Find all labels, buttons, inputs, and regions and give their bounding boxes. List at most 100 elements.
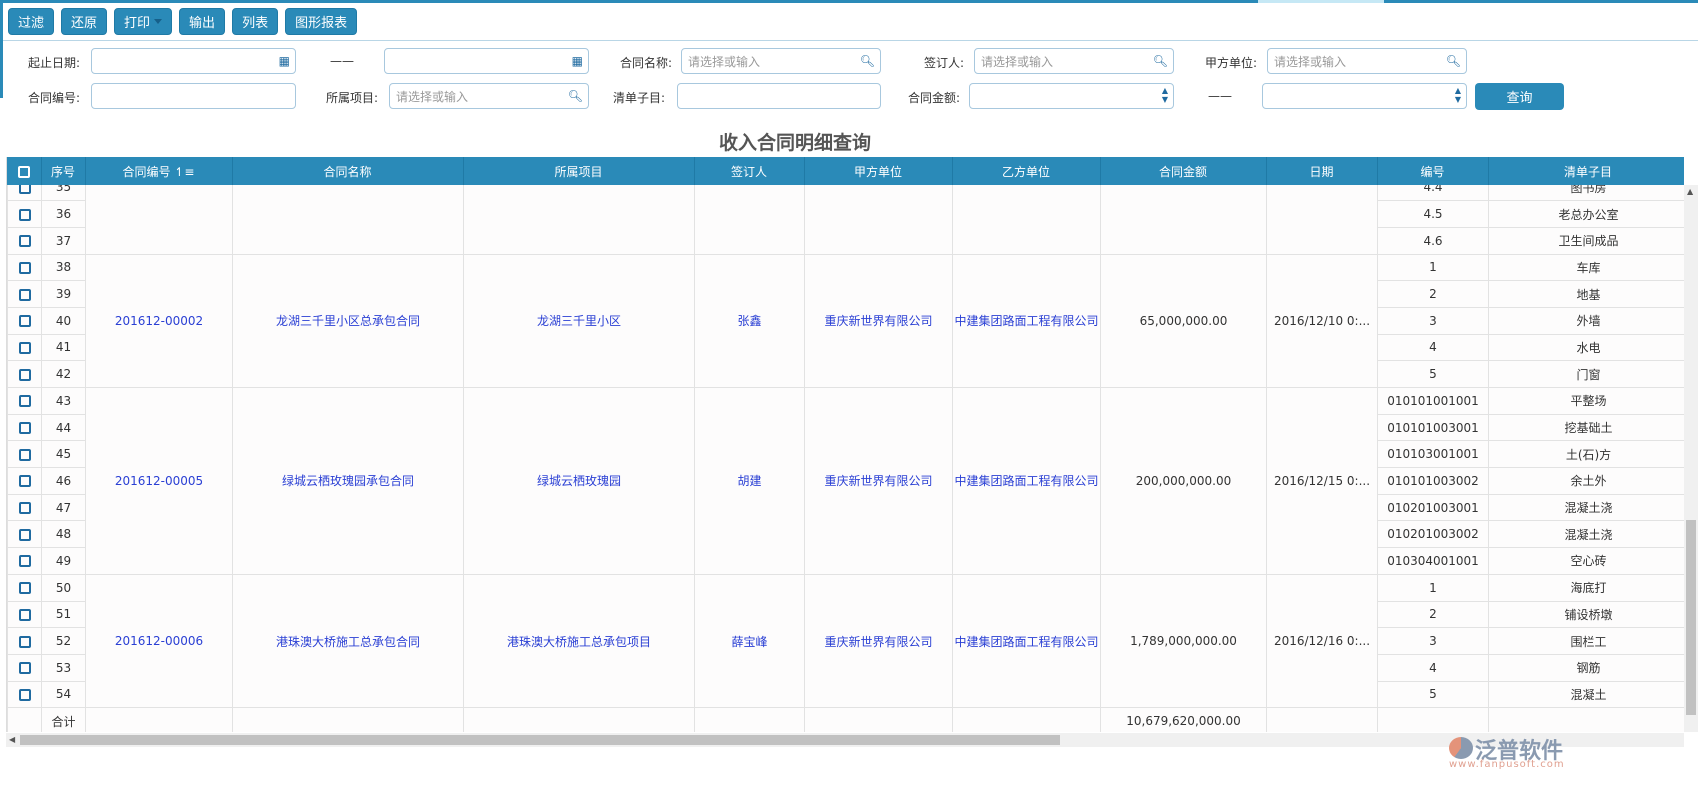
- vertical-scrollbar[interactable]: ▲: [1684, 185, 1698, 732]
- chart-report-button[interactable]: 图形报表: [285, 8, 358, 35]
- row-checkbox[interactable]: [7, 306, 42, 335]
- row-checkbox[interactable]: [7, 387, 42, 415]
- seq-cell: 52: [41, 627, 86, 655]
- item-input[interactable]: [677, 83, 881, 109]
- code-cell: 2: [1377, 280, 1489, 308]
- search-icon[interactable]: 🔍︎: [1153, 54, 1168, 68]
- top-accent-bar: [0, 0, 1698, 3]
- table-row[interactable]: 50 201612-00006 港珠澳大桥施工总承包合同 港珠澳大桥施工总承包项目 薛宝…: [7, 573, 1684, 709]
- query-button[interactable]: 查询: [1475, 83, 1564, 110]
- start-date-input[interactable]: ▦: [91, 48, 296, 74]
- project-input[interactable]: 请选择或输入 🔍︎: [389, 83, 589, 109]
- row-checkbox[interactable]: [7, 680, 42, 709]
- no-cell[interactable]: 201612-00006: [85, 573, 233, 709]
- code-cell: 010101003002: [1377, 467, 1489, 495]
- contract-name-placeholder: 请选择或输入: [688, 54, 761, 69]
- export-button[interactable]: 输出: [179, 8, 226, 35]
- column-header[interactable]: 合同编号 ↿≡: [85, 157, 233, 185]
- row-checkbox[interactable]: [7, 573, 42, 602]
- column-header-label: 编号: [1420, 164, 1445, 179]
- horizontal-scrollbar[interactable]: ◀: [6, 733, 1684, 747]
- code-cell: 5: [1377, 680, 1489, 709]
- spinner-icon[interactable]: ▲ ▼: [1162, 86, 1168, 104]
- row-checkbox[interactable]: [7, 200, 42, 228]
- page-title: 收入合同明细查询: [718, 132, 871, 154]
- partya-cell: [804, 173, 953, 255]
- table-row[interactable]: 38 201612-00002 龙湖三千里小区总承包合同 龙湖三千里小区 张鑫 重庆新世界…: [7, 253, 1684, 389]
- print-button[interactable]: 打印: [114, 8, 173, 35]
- row-checkbox[interactable]: [7, 547, 42, 575]
- column-header[interactable]: 清单子目: [1488, 157, 1684, 185]
- no-cell[interactable]: 201612-00002: [85, 253, 233, 389]
- signer-input[interactable]: 请选择或输入 🔍︎: [974, 48, 1174, 74]
- date-cell: [1266, 173, 1378, 255]
- scroll-thumb[interactable]: [20, 735, 1060, 745]
- row-checkbox[interactable]: [7, 280, 42, 308]
- end-date-input[interactable]: ▦: [384, 48, 589, 74]
- row-checkbox[interactable]: [7, 600, 42, 629]
- column-header[interactable]: 编号: [1377, 157, 1489, 185]
- code-cell: 010101003001: [1377, 413, 1489, 442]
- row-checkbox[interactable]: [7, 653, 42, 682]
- grid-body: 35 4.4 图书房 36 4.5 老总办公室 37 4.6 卫生间成品 38 201612-000…: [7, 157, 1684, 732]
- seq-cell: 54: [41, 680, 86, 709]
- row-checkbox[interactable]: [7, 493, 42, 522]
- select-all-checkbox[interactable]: [7, 157, 42, 185]
- no-cell[interactable]: [85, 173, 233, 255]
- item-cell: 外墙: [1488, 306, 1684, 335]
- row-checkbox[interactable]: [7, 627, 42, 655]
- column-header[interactable]: 合同金额: [1100, 157, 1267, 185]
- column-header[interactable]: 序号: [41, 157, 86, 185]
- row-checkbox[interactable]: [7, 253, 42, 282]
- item-cell: 围栏工: [1488, 627, 1684, 655]
- restore-button[interactable]: 还原: [61, 8, 108, 35]
- calendar-icon[interactable]: ▦: [279, 54, 290, 68]
- column-header[interactable]: 签订人: [694, 157, 805, 185]
- contract-name-input[interactable]: 请选择或输入 🔍︎: [681, 48, 881, 74]
- amount-min-input[interactable]: ▲ ▼: [969, 83, 1174, 109]
- partyb-cell: 中建集团路面工程有限公司: [952, 253, 1101, 389]
- total-amount: 10,679,620,000.00: [1100, 707, 1267, 732]
- contract-no-input[interactable]: [91, 83, 296, 109]
- row-checkbox[interactable]: [7, 467, 42, 495]
- calendar-icon[interactable]: ▦: [572, 54, 583, 68]
- table-row[interactable]: 43 201612-00005 绿城云栖玫瑰园承包合同 绿城云栖玫瑰园 胡建 重庆新世界有…: [7, 387, 1684, 575]
- row-checkbox[interactable]: [7, 333, 42, 362]
- print-label: 打印: [124, 16, 151, 31]
- filter-button[interactable]: 过滤: [8, 8, 55, 35]
- column-header[interactable]: 日期: [1266, 157, 1378, 185]
- search-icon[interactable]: 🔍︎: [568, 89, 583, 103]
- code-cell: 4: [1377, 653, 1489, 682]
- item-cell: 海底打: [1488, 573, 1684, 602]
- column-header[interactable]: 甲方单位: [804, 157, 953, 185]
- column-header[interactable]: 乙方单位: [952, 157, 1101, 185]
- spinner-icon[interactable]: ▲ ▼: [1455, 86, 1461, 104]
- total-row: 合计 10,679,620,000.00: [7, 707, 1684, 732]
- search-icon[interactable]: 🔍︎: [860, 54, 875, 68]
- name-cell: 港珠澳大桥施工总承包合同: [232, 573, 464, 709]
- row-checkbox[interactable]: [7, 413, 42, 442]
- project-label: 所属项目:: [325, 91, 378, 105]
- no-cell[interactable]: 201612-00005: [85, 387, 233, 575]
- row-checkbox[interactable]: [7, 360, 42, 388]
- sort-icon[interactable]: ↿≡: [174, 165, 194, 179]
- column-header-label: 签订人: [730, 164, 767, 179]
- seq-cell: 45: [41, 440, 86, 469]
- list-button[interactable]: 列表: [232, 8, 279, 35]
- party-a-input[interactable]: 请选择或输入 🔍︎: [1267, 48, 1467, 74]
- scroll-up-icon[interactable]: ▲: [1687, 187, 1693, 196]
- row-checkbox[interactable]: [7, 520, 42, 549]
- amount-max-input[interactable]: ▲ ▼: [1262, 83, 1467, 109]
- search-icon[interactable]: 🔍︎: [1446, 54, 1461, 68]
- scroll-left-icon[interactable]: ◀: [9, 735, 15, 744]
- column-header[interactable]: 所属项目: [463, 157, 695, 185]
- row-checkbox[interactable]: [7, 226, 42, 255]
- project-placeholder: 请选择或输入: [396, 89, 469, 104]
- column-header[interactable]: 合同名称: [232, 157, 464, 185]
- scroll-thumb[interactable]: [1686, 520, 1696, 715]
- project-cell: 港珠澳大桥施工总承包项目: [463, 573, 695, 709]
- contract-name-label: 合同名称:: [619, 56, 672, 70]
- item-cell: 余土外: [1488, 467, 1684, 495]
- row-checkbox[interactable]: [7, 440, 42, 469]
- code-cell: 3: [1377, 306, 1489, 335]
